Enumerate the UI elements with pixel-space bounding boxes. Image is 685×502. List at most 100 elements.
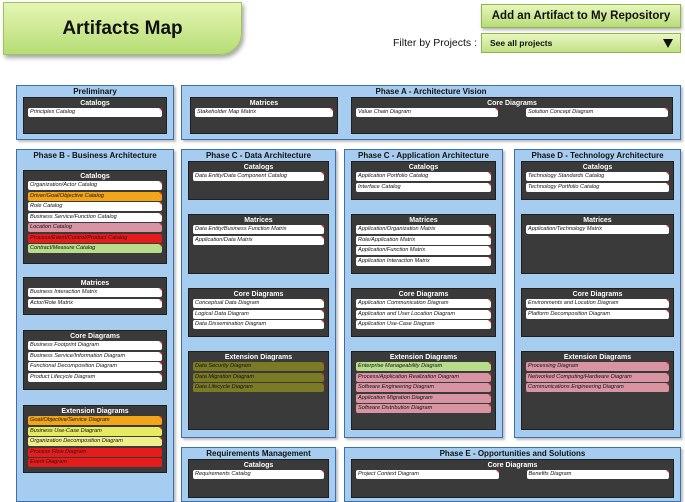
artifact-enterprise-manageability-diagram[interactable]: Enterprise Manageability Diagram [356,362,491,371]
phase-a: Phase A - Architecture Vision Matrices S… [181,85,681,140]
artifact-business-service-information-diagram[interactable]: Business Service/Information Diagram [28,351,162,361]
filter-label: Filter by Projects : [393,37,478,49]
artifact-data-security-diagram[interactable]: Data Security Diagram [193,362,324,371]
artifact-networked-computing-hardware-diagram[interactable]: Networked Computing/Hardware Diagram [526,372,669,382]
extension-diagrams-panel: Extension Diagrams Data Security Diagram… [188,351,329,430]
artifact-technology-portfolio-catalog[interactable]: Technology Portfolio Catalog [526,182,669,192]
panel-title: Matrices [409,217,438,224]
artifact-functional-decomposition-diagram[interactable]: Functional Decomposition Diagram [28,362,162,371]
filter-value: See all projects [490,38,553,48]
artifact-stakeholder-map-matrix[interactable]: Stakeholder Map Matrix [195,108,333,117]
artifact-project-context-diagram[interactable]: Project Context Diagram [356,470,499,479]
extension-diagrams-panel: Extension Diagrams Processing Diagram Net… [521,351,674,430]
matrices-panel: Matrices Application/Technology Matrix [521,214,674,274]
artifact-data-entity-business-function-matrix[interactable]: Data Entity/Business Function Matrix [193,225,324,234]
artifact-role-application-matrix[interactable]: Role/Application Matrix [356,235,491,245]
panel-title: Catalogs [408,164,439,171]
artifact-data-migration-diagram[interactable]: Data Migration Diagram [193,372,324,382]
artifact-actor-role-matrix[interactable]: Actor/Role Matrix [28,298,162,308]
artifact-software-engineering-diagram[interactable]: Software Engineering Diagram [356,383,491,392]
phase-title: Requirements Management [206,449,311,458]
matrices-panel: Matrices Application/Organization Matrix… [351,214,496,274]
panel-title: Matrices [80,280,110,287]
dropdown-arrow-icon [663,39,673,48]
core-diagrams-panel: Core Diagrams Conceptual Data Diagram Log… [188,288,329,337]
artifact-business-service-function-catalog[interactable]: Business Service/Function Catalog [28,212,162,222]
panel-title: Matrices [249,100,279,107]
artifact-technology-standards-catalog[interactable]: Technology Standards Catalog [526,172,669,181]
artifact-application-migration-diagram[interactable]: Application Migration Diagram [356,393,491,403]
phase-title: Phase B - Business Architecture [33,151,157,160]
artifact-solution-concept-diagram[interactable]: Solution Concept Diagram [526,108,668,117]
artifact-value-chain-diagram[interactable]: Value Chain Diagram [356,108,498,117]
artifact-process-event-control-product-catalog[interactable]: Process/Event/Control/Product Catalog [28,233,162,243]
artifact-platform-decomposition-diagram[interactable]: Platform Decomposition Diagram [526,309,669,319]
panel-title: Extension Diagrams [224,354,293,361]
add-artifact-button[interactable]: Add an Artifact to My Repository [481,4,681,28]
panel-title: Core Diagrams [233,291,284,298]
phase-title: Phase C - Application Architecture [358,151,489,160]
phase-d: Phase D - Technology Architecture Catalo… [514,149,681,438]
phase-e: Phase E - Opportunities and Solutions Co… [344,447,681,502]
catalogs-panel: Catalogs Technology Standards Catalog Tec… [521,161,674,200]
catalogs-panel: Catalogs Application Portfolio Catalog In… [351,161,496,200]
phase-c-data: Phase C - Data Architecture Catalogs Dat… [181,149,336,438]
panel-title: Extension Diagrams [61,408,129,415]
panel-title: Matrices [244,217,273,224]
matrices-panel: Matrices Stakeholder Map Matrix [190,97,338,134]
artifact-requirements-catalog[interactable]: Requirements Catalog [193,470,324,479]
core-diagrams-panel: Core Diagrams Application Communication … [351,288,496,337]
artifact-conceptual-data-diagram[interactable]: Conceptual Data Diagram [193,299,324,308]
phase-c-application: Phase C - Application Architecture Catal… [344,149,503,438]
artifact-application-function-matrix[interactable]: Application/Function Matrix [356,246,491,255]
artifact-data-entity-data-component-catalog[interactable]: Data Entity/Data Component Catalog [193,172,324,181]
panel-title: Core Diagrams [487,100,537,107]
artifact-software-distribution-diagram[interactable]: Software Distribution Diagram [356,404,491,413]
artifact-application-data-matrix[interactable]: Application/Data Matrix [193,235,324,245]
artifact-application-organization-matrix[interactable]: Application/Organization Matrix [356,225,491,234]
artifact-processing-diagram[interactable]: Processing Diagram [526,362,669,371]
artifact-application-technology-matrix[interactable]: Application/Technology Matrix [526,225,669,234]
phase-title: Phase A - Architecture Vision [375,87,487,96]
panel-title: Extension Diagrams [563,354,632,361]
artifact-process-flow-diagram[interactable]: Process Flow Diagram [28,447,162,457]
artifact-interface-catalog[interactable]: Interface Catalog [356,182,491,192]
artifact-business-footprint-diagram[interactable]: Business Footprint Diagram [28,341,162,350]
artifact-communications-engineering-diagram[interactable]: Communications Engineering Diagram [526,383,669,392]
phase-title: Phase D - Technology Architecture [531,151,664,160]
artifact-role-catalog[interactable]: Role Catalog [28,202,162,211]
artifact-business-use-case-diagram[interactable]: Business Use-Case Diagram [28,426,162,436]
artifact-application-and-user-location-diagram[interactable]: Application and User Location Diagram [356,309,491,319]
phase-preliminary: Preliminary Catalogs Principles Catalog [16,85,174,140]
artifact-event-diagram[interactable]: Event Diagram [28,458,162,467]
artifact-driver-goal-objective-catalog[interactable]: Driver/Goal/Objective Catalog [28,191,162,201]
panel-title: Core Diagrams [487,462,538,469]
artifact-application-interaction-matrix[interactable]: Application Interaction Matrix [356,256,491,266]
artifact-product-lifecycle-diagram[interactable]: Product Lifecycle Diagram [28,372,162,382]
phase-title: Phase E - Opportunities and Solutions [439,449,586,458]
artifact-process-application-realization-diagram[interactable]: Process/Application Realization Diagram [356,372,491,382]
artifact-goal-objective-service-diagram[interactable]: Goal/Objective/Service Diagram [28,416,162,425]
panel-title: Core Diagrams [70,333,120,340]
page-title: Artifacts Map [3,2,242,55]
artifact-benefits-diagram[interactable]: Benefits Diagram [526,470,669,479]
artifact-principles-catalog[interactable]: Principles Catalog [28,108,162,117]
artifact-application-portfolio-catalog[interactable]: Application Portfolio Catalog [356,172,491,181]
catalogs-panel: Catalogs Requirements Catalog [188,459,329,498]
artifact-application-communication-diagram[interactable]: Application Communication Diagram [356,299,491,308]
artifact-location-catalog[interactable]: Location Catalog [28,223,162,232]
panel-title: Core Diagrams [572,291,623,298]
artifact-organization-actor-catalog[interactable]: Organization/Actor Catalog [28,181,162,190]
artifact-environments-and-location-diagram[interactable]: Environments and Location Diagram [526,299,669,308]
panel-title: Catalogs [80,100,110,107]
project-filter-select[interactable]: See all projects [481,33,681,53]
artifact-application-use-case-diagram[interactable]: Application Use-Case Diagram [356,320,491,329]
artifact-data-dissemination-diagram[interactable]: Data Dissemination Diagram [193,320,324,329]
artifact-contract-measure-catalog[interactable]: Contract/Measure Catalog [28,244,162,253]
panel-title: Extension Diagrams [389,354,458,361]
artifact-data-lifecycle-diagram[interactable]: Data Lifecycle Diagram [193,383,324,392]
core-diagrams-panel: Core Diagrams Value Chain Diagram Solutio… [351,97,673,134]
artifact-business-interaction-matrix[interactable]: Business Interaction Matrix [28,288,162,297]
artifact-organization-decomposition-diagram[interactable]: Organization Decomposition Diagram [28,437,162,446]
artifact-logical-data-diagram[interactable]: Logical Data Diagram [193,309,324,319]
